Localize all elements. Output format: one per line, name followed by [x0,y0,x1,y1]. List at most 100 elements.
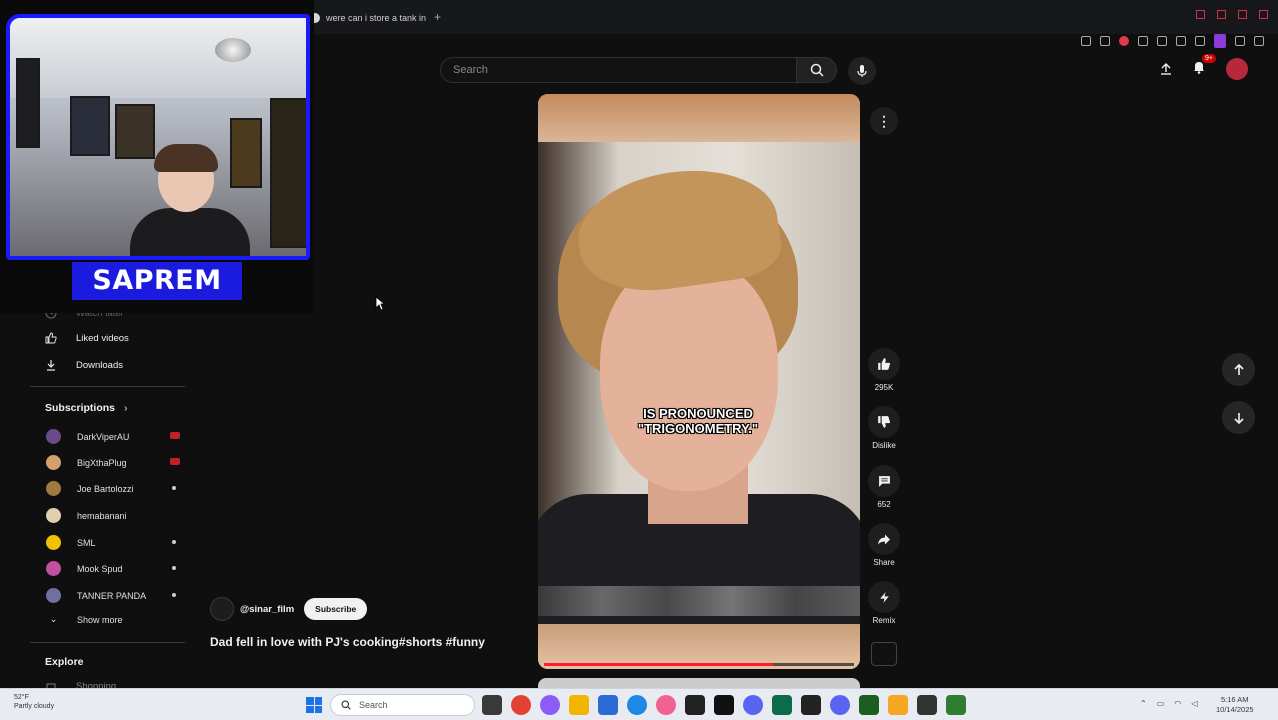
discord-ptb-icon[interactable] [830,695,850,715]
channel-logo-thumbnail[interactable] [871,642,897,666]
discord-icon[interactable] [743,695,763,715]
subscription-item[interactable]: Joe Bartolozzi [46,481,176,496]
notifications-button[interactable]: 9+ [1192,53,1216,79]
share-button[interactable]: Share [866,523,902,567]
volume-icon[interactable]: ◁ [1191,699,1197,708]
weather-condition: Partly cloudy [14,703,55,710]
short-title[interactable]: Dad fell in love with PJ's cooking#short… [210,635,485,649]
channel-avatar [46,429,61,444]
clock-time: 5:16 AM [1221,695,1249,704]
new-content-dot-icon [172,540,176,544]
chevron-right-icon: › [123,402,128,414]
video-subject-face [600,259,778,491]
new-content-dot-icon [172,486,176,490]
browser-app-icon[interactable] [540,695,560,715]
subscription-item[interactable]: Mook Spud [46,561,176,576]
file-explorer-icon[interactable] [569,695,589,715]
system-clock[interactable]: 5:16 AM 10/14/2025 [1216,695,1254,715]
arrow-up-icon [1233,363,1244,375]
adblock-icon[interactable] [1119,36,1129,46]
subscription-item[interactable]: DarkViperAU [46,429,180,444]
windows-taskbar: 52°F Partly cloudy Search ⌃ ▭ ◠ ◁ 5:16 A… [0,688,1278,720]
subscription-item[interactable]: BigXthaPlug [46,455,180,470]
account-avatar[interactable] [1226,58,1248,80]
live-indicator-icon [170,432,180,439]
extensions-icon[interactable] [1195,36,1205,46]
obs-icon[interactable] [685,695,705,715]
player-icon[interactable] [1138,36,1148,46]
heart-icon[interactable] [1157,36,1167,46]
sidebar-item-label: Downloads [76,359,123,371]
app-icon[interactable] [859,695,879,715]
rockstar-icon[interactable] [888,695,908,715]
short-video-player[interactable]: IS PRONOUNCED "TRIGONOMETRY." [538,94,860,669]
taskbar-search[interactable]: Search [330,694,475,716]
channel-avatar[interactable] [210,597,234,621]
search-button[interactable] [797,57,837,83]
edge-icon[interactable] [627,695,647,715]
terminal-icon[interactable] [772,695,792,715]
wall-poster [115,104,155,159]
vortex-icon[interactable] [946,695,966,715]
stocks-icon[interactable] [714,695,734,715]
close-window-button[interactable] [1259,10,1268,19]
comments-button[interactable]: 652 [866,465,902,509]
wall-poster [70,96,110,156]
caption-line: IS PRONOUNCED [643,406,753,421]
bookmark-icon[interactable] [1081,36,1091,46]
weather-widget[interactable]: 52°F Partly cloudy [14,693,54,711]
epic-games-icon[interactable] [917,695,937,715]
more-options-button[interactable]: ⋮ [870,107,898,135]
voice-search-button[interactable] [848,57,876,85]
subscription-item[interactable]: hemabanani [46,508,176,523]
like-button[interactable]: 295K [866,348,902,392]
profile-icon[interactable] [1214,34,1226,48]
download-icon[interactable] [1235,36,1245,46]
video-progress-bar[interactable] [544,663,854,666]
chevron-up-icon[interactable]: ⌃ [1140,699,1147,708]
store-icon[interactable] [598,695,618,715]
send-icon[interactable] [1176,36,1186,46]
channel-avatar [46,508,61,523]
mouse-cursor-icon [375,296,385,311]
subscription-name: TANNER PANDA [77,590,147,601]
search-placeholder: Search [453,64,488,76]
channel-handle[interactable]: @sinar_film [240,604,294,615]
task-view-icon[interactable] [482,695,502,715]
next-short-button[interactable] [1222,401,1255,434]
previous-short-button[interactable] [1222,353,1255,386]
minimize-button[interactable] [1217,10,1226,19]
new-tab-button[interactable]: + [434,10,441,24]
snapshot-icon[interactable] [1100,36,1110,46]
capcut-icon[interactable] [801,695,821,715]
remix-button[interactable]: Remix [866,581,902,625]
wall-poster [230,118,262,188]
remix-label: Remix [872,616,896,625]
menu-icon[interactable] [1254,36,1264,46]
wifi-icon[interactable]: ◠ [1174,699,1181,708]
dislike-button[interactable]: Dislike [866,406,902,450]
doorway [270,98,306,248]
channel-avatar [46,535,61,550]
battery-icon[interactable]: ▭ [1157,699,1165,708]
system-tray: ⌃ ▭ ◠ ◁ [1140,699,1197,708]
subscription-item[interactable]: SML [46,535,176,550]
sidebar-item-liked-videos[interactable]: Liked videos [44,331,129,345]
sidebar-divider [30,386,185,387]
browser-tab[interactable]: were can i store a tank in [310,8,426,28]
maximize-button[interactable] [1238,10,1247,19]
search-icon [341,700,351,710]
chrome-icon[interactable] [511,695,531,715]
sidebar-item-downloads[interactable]: Downloads [44,358,123,372]
video-caption: IS PRONOUNCED "TRIGONOMETRY." [598,406,798,436]
thumbs-up-icon [878,358,891,370]
show-more-button[interactable]: ⌄ Show more [46,614,176,625]
subscription-item[interactable]: TANNER PANDA [46,588,176,603]
upload-icon[interactable] [1160,63,1172,75]
start-button[interactable] [306,697,322,713]
subscriptions-heading[interactable]: Subscriptions › [45,402,127,414]
search-input[interactable]: Search [440,57,797,83]
opera-gx-icon[interactable] [656,695,676,715]
subscribe-button[interactable]: Subscribe [304,598,368,620]
search-tabs-icon[interactable] [1196,10,1205,19]
